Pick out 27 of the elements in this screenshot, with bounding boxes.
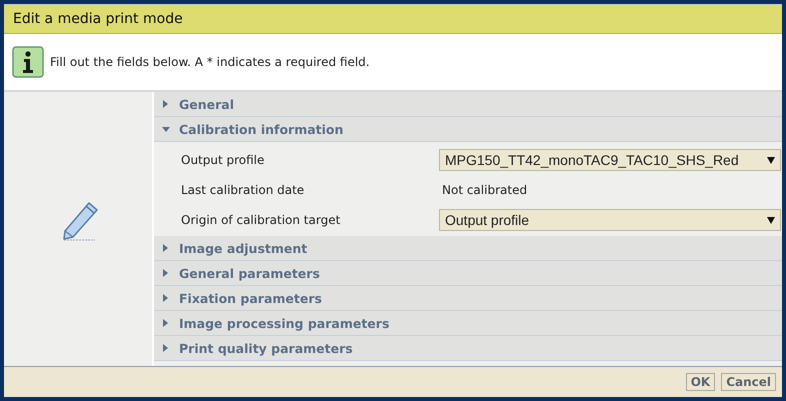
section-header[interactable]: Print quality parameters — [154, 336, 782, 361]
section-header[interactable]: General — [154, 92, 782, 117]
caret-icon — [767, 156, 775, 164]
expand-arrow-icon — [162, 100, 170, 108]
dropdown[interactable]: Output profile — [439, 209, 781, 231]
dropdown[interactable]: MPG150_TT42_monoTAC9_TAC10_SHS_Red — [439, 149, 781, 171]
info-icon — [12, 46, 44, 78]
field-label: Origin of calibration target — [180, 213, 342, 227]
expand-arrow-icon — [162, 319, 170, 327]
section-header[interactable]: Calibration information — [154, 117, 782, 142]
section-header[interactable]: General parameters — [154, 261, 782, 286]
expand-arrow-icon — [162, 269, 170, 277]
dialog-button[interactable]: Cancel — [721, 373, 776, 391]
expand-arrow-icon — [162, 344, 170, 352]
field-value: Not calibrated — [441, 183, 528, 197]
expand-arrow-icon — [162, 244, 170, 252]
dialog-button[interactable]: OK — [686, 373, 716, 391]
section-header[interactable]: Image adjustment — [154, 236, 782, 261]
field-label: Output profile — [180, 153, 266, 167]
dialog-title: Edit a media print mode — [13, 11, 183, 27]
collapse-arrow-icon — [162, 125, 170, 133]
info-message: Fill out the fields below. A * indicates a required field. — [50, 55, 370, 69]
field-label: Last calibration date — [180, 183, 306, 197]
expand-arrow-icon — [162, 294, 170, 302]
section-header[interactable]: Fixation parameters — [154, 286, 782, 311]
section-header[interactable]: Image processing parameters — [154, 311, 782, 336]
caret-icon — [767, 216, 775, 224]
